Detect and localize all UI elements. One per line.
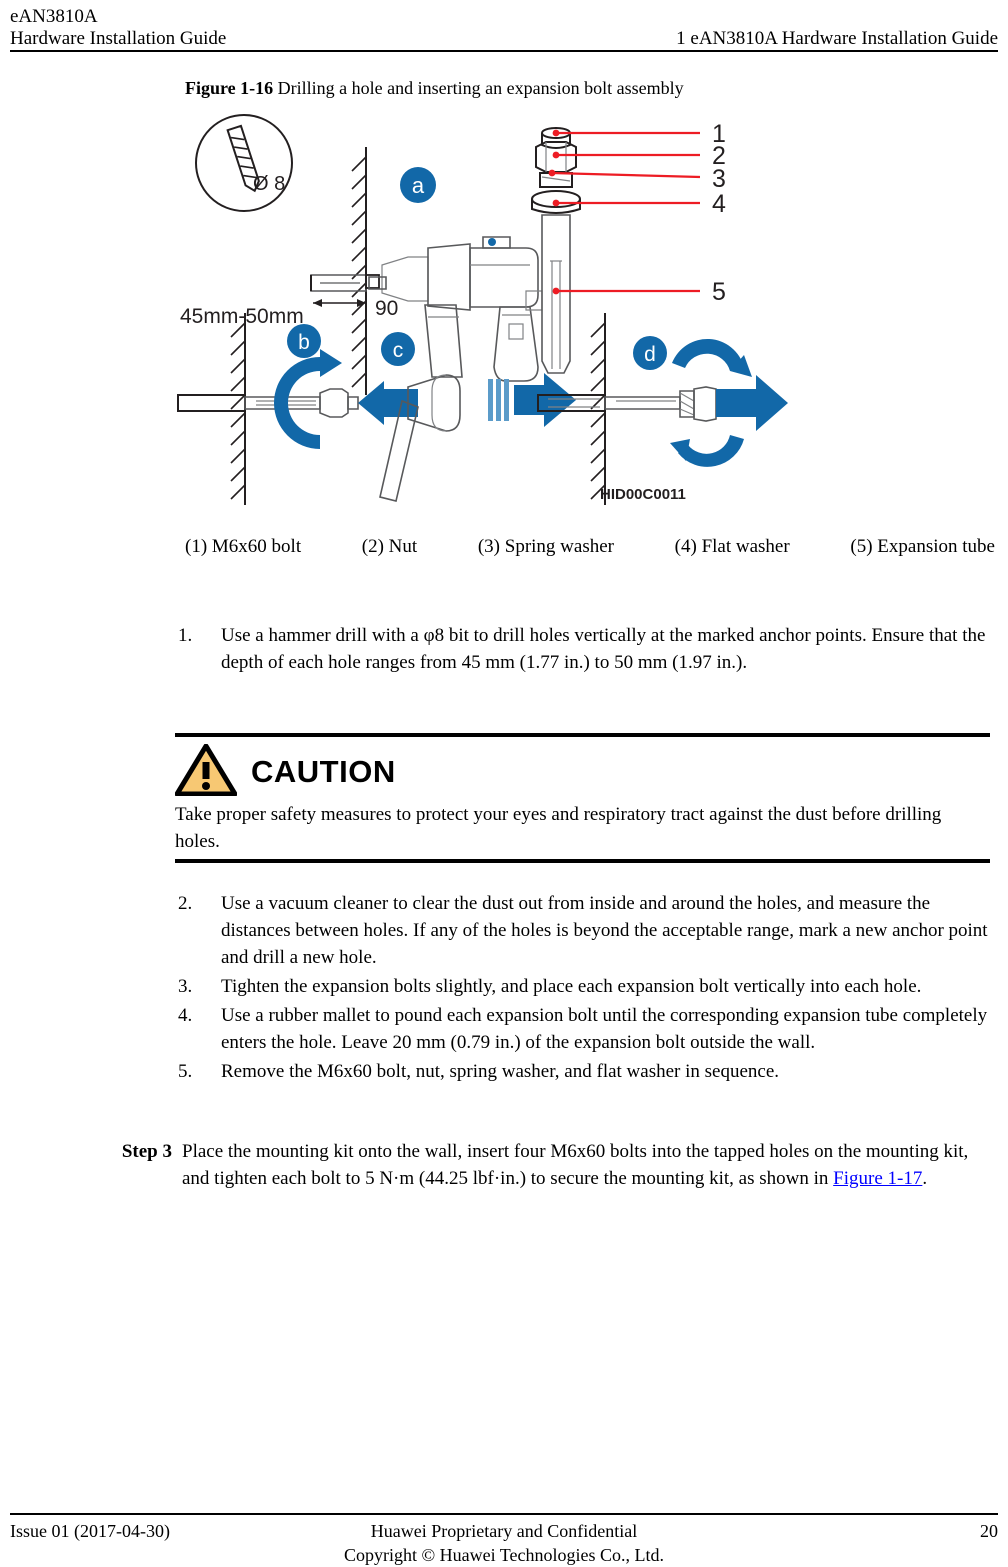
warning-triangle-icon (174, 743, 238, 801)
figure-step-badge-b-label: b (298, 331, 310, 354)
caution-title: CAUTION (251, 754, 396, 789)
header-document-title: eAN3810A Hardware Installation Guide (10, 6, 226, 50)
step-3-block: Step 3 Place the mounting kit onto the w… (100, 1138, 990, 1192)
list-item-marker: 1. (178, 625, 193, 646)
list-item-text: Remove the M6x60 bolt, nut, spring washe… (221, 1061, 780, 1082)
figure-step-badge-c-label: c (393, 339, 404, 362)
list-item: 5. Remove the M6x60 bolt, nut, spring wa… (175, 1058, 990, 1085)
footer-divider (10, 1513, 998, 1515)
step-text-after: . (922, 1168, 928, 1189)
list-item-marker: 2. (178, 893, 193, 914)
list-item-text: Use a rubber mallet to pound each expans… (221, 1005, 988, 1053)
step-label: Step 3 (121, 1141, 172, 1162)
procedure-list-part2: 2. Use a vacuum cleaner to clear the dus… (175, 890, 990, 1087)
figure-legend-item: (3) Spring washer (477, 536, 614, 557)
page-header: eAN3810A Hardware Installation Guide 1 e… (10, 6, 998, 50)
footer-page-number: 20 (980, 1521, 998, 1541)
footer-confidentiality-line1: Huawei Proprietary and Confidential (370, 1521, 638, 1541)
page-footer: Issue 01 (2017-04-30) Huawei Proprietary… (10, 1519, 998, 1567)
caution-header: CAUTION (174, 743, 990, 801)
step-text: Place the mounting kit onto the wall, in… (182, 1138, 990, 1192)
footer-copyright-line: Copyright © Huawei Technologies Co., Ltd… (343, 1545, 665, 1565)
list-item-text: Use a vacuum cleaner to clear the dust o… (221, 893, 988, 968)
list-item-marker: 5. (178, 1061, 193, 1082)
figure-legend-item: (5) Expansion tube (850, 536, 995, 557)
figure-legend: (1) M6x60 bolt (2) Nut (3) Spring washer… (185, 534, 995, 560)
figure-callout-4: 4 (712, 190, 726, 218)
figure-number: Figure 1-16 (185, 78, 274, 98)
figure-legend-item: (4) Flat washer (674, 536, 790, 557)
figure-annotation-hole-depth: 45mm-50mm (180, 305, 304, 328)
figure-annotation-bit-diameter: Ø 8 (253, 173, 285, 195)
figure-legend-item: (2) Nut (361, 536, 418, 557)
figure-step-badge-a-label: a (412, 173, 425, 198)
figure-caption: Figure 1-16 Drilling a hole and insertin… (185, 76, 684, 100)
header-chapter-title: 1 eAN3810A Hardware Installation Guide (676, 28, 998, 49)
figure-annotation-angle: 90 (375, 297, 398, 320)
figure-legend-item: (1) M6x60 bolt (185, 536, 302, 557)
header-title-line1: eAN3810A (10, 6, 98, 27)
footer-confidentiality: Huawei Proprietary and Confidential Copy… (10, 1519, 998, 1567)
header-title-line2: Hardware Installation Guide (10, 28, 227, 49)
list-item-marker: 4. (178, 1005, 193, 1026)
figure-cross-reference-link[interactable]: Figure 1-17 (833, 1168, 922, 1189)
figure-drawing-id: HID00C0011 (600, 486, 686, 503)
figure-title: Drilling a hole and inserting an expansi… (277, 78, 684, 98)
figure-callout-5: 5 (712, 278, 726, 306)
list-item-marker: 3. (178, 976, 193, 997)
header-divider (10, 50, 998, 52)
document-page: eAN3810A Hardware Installation Guide 1 e… (0, 0, 1008, 1567)
figure-image: .lnG { fill:none; stroke:#58595B; stroke… (170, 105, 840, 515)
list-item: 2. Use a vacuum cleaner to clear the dus… (175, 890, 990, 971)
list-item: 1. Use a hammer drill with a φ8 bit to d… (175, 622, 990, 676)
list-item-text: Use a hammer drill with a φ8 bit to dril… (221, 625, 986, 673)
caution-admonition: CAUTION Take proper safety measures to p… (174, 733, 990, 863)
figure-step-badge-d-label: d (644, 343, 656, 366)
figure-callout-3: 3 (712, 165, 726, 193)
caution-body: Take proper safety measures to protect y… (175, 804, 942, 852)
list-item: 3. Tighten the expansion bolts slightly,… (175, 973, 990, 1000)
list-item-text: Tighten the expansion bolts slightly, an… (221, 976, 922, 997)
procedure-list-part1: 1. Use a hammer drill with a φ8 bit to d… (175, 622, 990, 678)
list-item: 4. Use a rubber mallet to pound each exp… (175, 1002, 990, 1056)
